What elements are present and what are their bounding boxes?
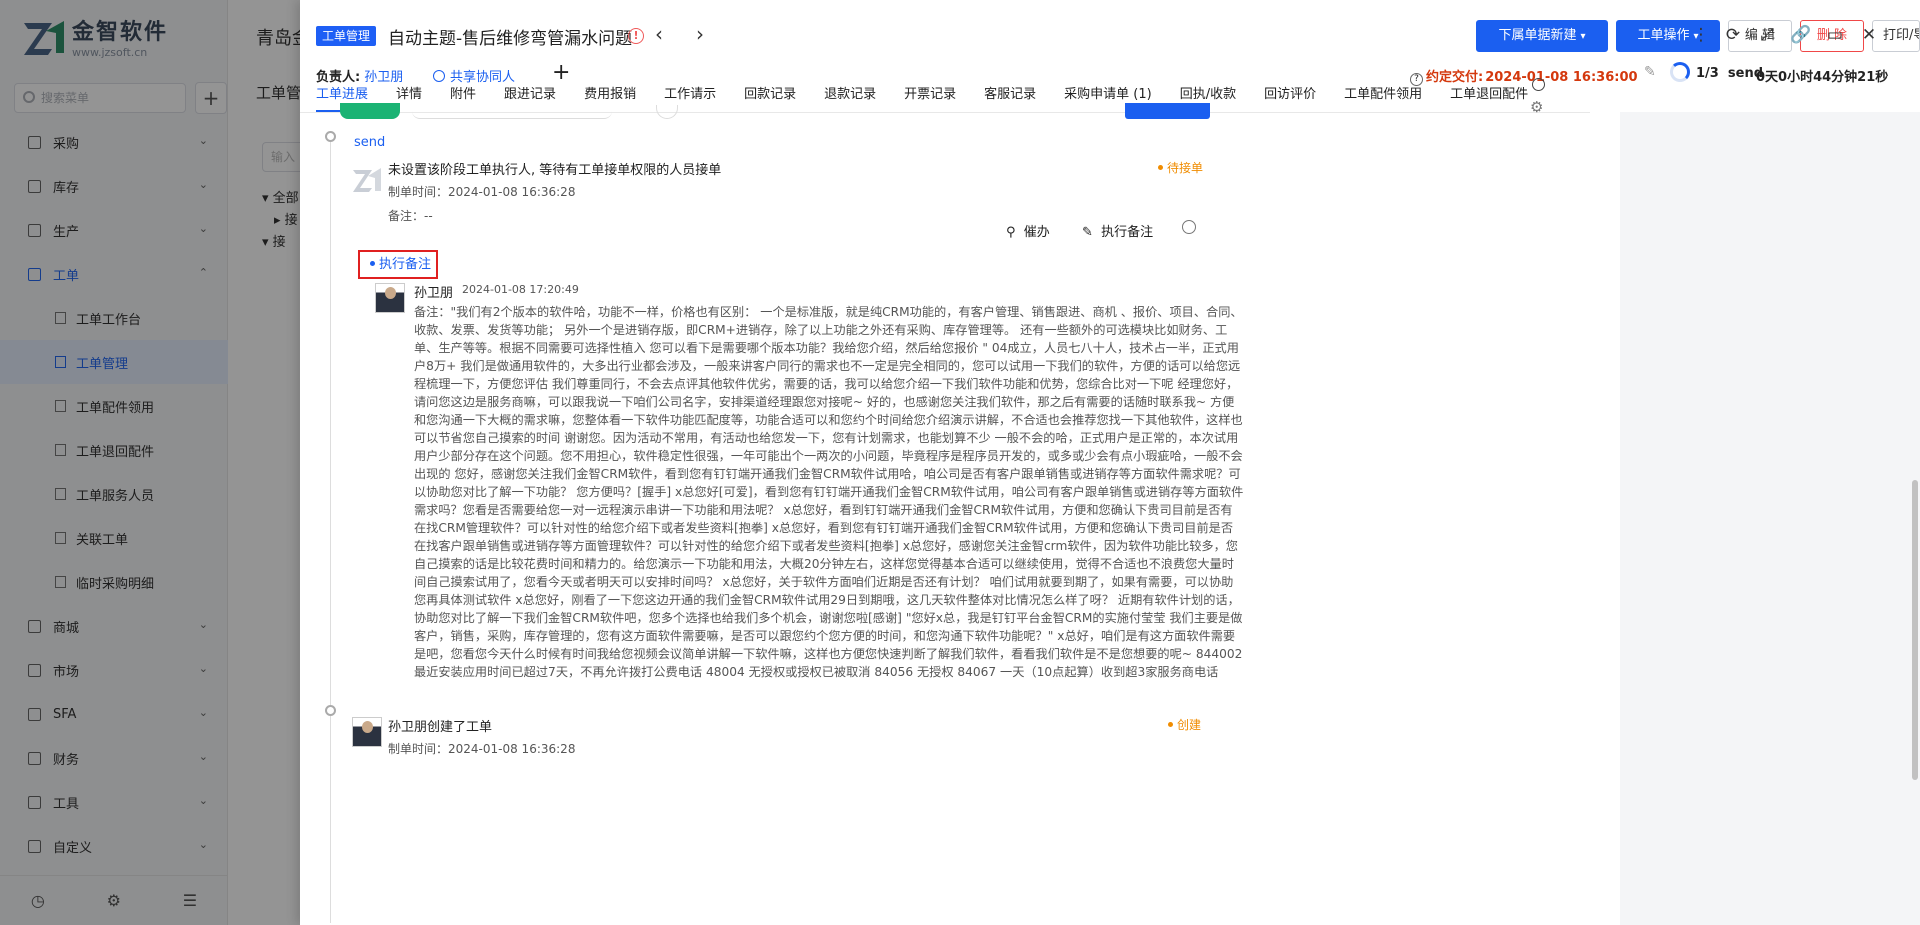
chevron-left-icon[interactable]: ‹: [655, 22, 663, 46]
window-icon[interactable]: ▭: [1824, 24, 1846, 46]
tab-item[interactable]: 工单退回配件: [1450, 82, 1528, 112]
urge-button[interactable]: ⚲ 催办: [1006, 221, 1050, 240]
timeline-panel: send 未设置该阶段工单执行人, 等待有工单接单权限的人员接单 制单时间：20…: [300, 103, 1600, 925]
entry-title: 未设置该阶段工单执行人, 等待有工单接单权限的人员接单: [388, 163, 722, 178]
tab-item[interactable]: 回款记录: [744, 82, 796, 112]
drawer-header: 工单管理 自动主题-售后维修弯管漏水问题 ! ‹ › 下属单据新建 ▾ 工单操作 ▾…: [300, 0, 1920, 72]
avatar: [375, 283, 405, 313]
tab-item[interactable]: 回访评价: [1264, 82, 1316, 112]
right-panel: [1620, 112, 1920, 925]
workorder-title: 自动主题-售后维修弯管漏水问题: [388, 29, 633, 49]
status-badge: 创建: [1168, 716, 1201, 733]
stage-name: send: [354, 135, 386, 150]
module-badge: 工单管理: [316, 26, 377, 46]
close-icon[interactable]: ✕: [1858, 24, 1880, 46]
progress-status: 1/3 send: [1696, 66, 1764, 81]
link-icon[interactable]: 🔗: [1790, 24, 1812, 46]
system-avatar-icon: [353, 168, 381, 192]
chevron-right-icon[interactable]: ›: [696, 22, 704, 46]
entry-time: 制单时间：2024-01-08 16:36:28: [388, 185, 576, 199]
note-tag: 执行备注: [358, 250, 438, 279]
tab-item[interactable]: 退款记录: [824, 82, 876, 112]
search-icon[interactable]: [1532, 78, 1545, 91]
workorder-drawer: 工单管理 自动主题-售后维修弯管漏水问题 ! ‹ › 下属单据新建 ▾ 工单操作 ▾…: [300, 0, 1920, 925]
more-icon[interactable]: ⋮: [1690, 24, 1712, 46]
edit-pen-icon[interactable]: ✎: [1644, 64, 1656, 80]
entry-title: 孙卫朋创建了工单: [388, 720, 493, 735]
sub-new-button[interactable]: 下属单据新建 ▾: [1476, 20, 1608, 52]
modal-overlay[interactable]: [0, 0, 300, 925]
note-author: 孙卫朋: [414, 286, 454, 301]
timeline-line: [330, 133, 331, 923]
note-time: 2024-01-08 17:20:49: [462, 283, 579, 296]
chevron-down-icon: ▾: [1580, 31, 1586, 42]
avatar: [352, 717, 382, 747]
pin-icon: ⚲: [1006, 225, 1016, 240]
warning-icon[interactable]: !: [628, 28, 644, 44]
tab-item[interactable]: 客服记录: [984, 82, 1036, 112]
refresh-icon[interactable]: ⟳: [1722, 24, 1744, 46]
status-badge: 待接单: [1158, 159, 1203, 176]
elapsed-time: 0天0小时44分钟21秒: [1756, 70, 1889, 85]
emoji-icon[interactable]: [1182, 220, 1196, 234]
timeline-dot: [325, 131, 336, 142]
scrollbar-thumb[interactable]: [1912, 480, 1918, 780]
person-icon: [433, 70, 445, 82]
timeline-dot: [325, 705, 336, 716]
progress-ring-icon: [1670, 62, 1690, 82]
add-note-button[interactable]: ✎ 执行备注: [1082, 221, 1153, 240]
entry-time: 制单时间：2024-01-08 16:36:28: [388, 742, 576, 756]
edit-icon: ✎: [1082, 225, 1093, 240]
fullscreen-icon[interactable]: ⤢: [1756, 24, 1778, 46]
note-body: 备注："我们有2个版本的软件哈，功能不一样，价格也有区别： 一个是标准版，就是纯…: [414, 305, 1244, 679]
entry-note: 备注：--: [388, 209, 433, 223]
tab-item[interactable]: 工单配件领用: [1344, 82, 1422, 112]
tab-item[interactable]: 开票记录: [904, 82, 956, 112]
